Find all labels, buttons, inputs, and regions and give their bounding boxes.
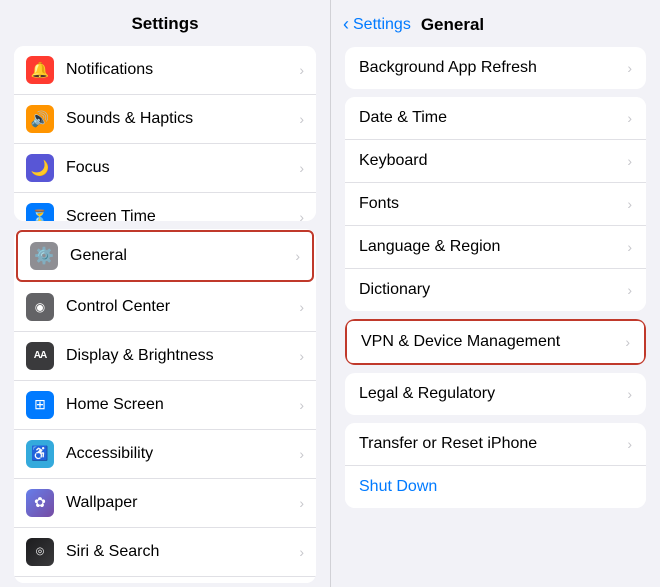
shutdown-label: Shut Down	[359, 478, 632, 496]
legal-label: Legal & Regulatory	[359, 385, 623, 403]
right-item-keyboard[interactable]: Keyboard ›	[345, 140, 646, 183]
left-panel: Settings 🔔 Notifications › 🔊 Sounds & Ha…	[0, 0, 330, 587]
chevron-icon: ›	[627, 110, 632, 126]
vpn-label: VPN & Device Management	[361, 333, 621, 351]
home-screen-label: Home Screen	[66, 396, 295, 414]
language-label: Language & Region	[359, 238, 623, 256]
home-screen-icon: ⊞	[26, 391, 54, 419]
right-item-fonts[interactable]: Fonts ›	[345, 183, 646, 226]
right-item-date-time[interactable]: Date & Time ›	[345, 97, 646, 140]
notifications-label: Notifications	[66, 61, 295, 79]
screen-time-label: Screen Time	[66, 208, 295, 221]
sidebar-item-accessibility[interactable]: ♿ Accessibility ›	[14, 430, 316, 479]
chevron-icon: ›	[627, 386, 632, 402]
sidebar-item-focus[interactable]: 🌙 Focus ›	[14, 144, 316, 193]
right-item-vpn[interactable]: VPN & Device Management ›	[345, 319, 646, 365]
chevron-icon: ›	[299, 209, 304, 221]
sidebar-item-home-screen[interactable]: ⊞ Home Screen ›	[14, 381, 316, 430]
right-item-shutdown[interactable]: Shut Down	[345, 466, 646, 508]
chevron-icon: ›	[299, 544, 304, 560]
right-item-dictionary[interactable]: Dictionary ›	[345, 269, 646, 311]
dictionary-label: Dictionary	[359, 281, 623, 299]
chevron-icon: ›	[627, 239, 632, 255]
sidebar-item-control-center[interactable]: ◉ Control Center ›	[14, 283, 316, 332]
display-icon: AA	[26, 342, 54, 370]
notifications-icon: 🔔	[26, 56, 54, 84]
chevron-icon: ›	[299, 160, 304, 176]
chevron-icon: ›	[299, 299, 304, 315]
chevron-icon: ›	[627, 436, 632, 452]
right-item-background-refresh[interactable]: Background App Refresh ›	[345, 47, 646, 89]
chevron-icon: ›	[627, 153, 632, 169]
chevron-icon: ›	[299, 446, 304, 462]
right-group-4: Legal & Regulatory ›	[345, 373, 646, 415]
right-group-5: Transfer or Reset iPhone › Shut Down	[345, 423, 646, 508]
sidebar-item-display[interactable]: AA Display & Brightness ›	[14, 332, 316, 381]
back-button[interactable]: Settings	[353, 16, 411, 34]
chevron-icon: ›	[299, 111, 304, 127]
chevron-icon: ›	[625, 334, 630, 350]
right-group-1: Background App Refresh ›	[345, 47, 646, 89]
back-chevron-icon: ‹	[343, 14, 349, 35]
fonts-label: Fonts	[359, 195, 623, 213]
right-panel: ‹ Settings General Background App Refres…	[330, 0, 660, 587]
date-time-label: Date & Time	[359, 109, 623, 127]
chevron-icon: ›	[627, 60, 632, 76]
chevron-icon: ›	[627, 196, 632, 212]
settings-group-1: 🔔 Notifications › 🔊 Sounds & Haptics › 🌙…	[14, 46, 316, 221]
right-header: ‹ Settings General	[331, 0, 660, 43]
sidebar-item-wallpaper[interactable]: ✿ Wallpaper ›	[14, 479, 316, 528]
chevron-icon: ›	[295, 248, 300, 264]
left-header: Settings	[0, 0, 330, 42]
sidebar-item-screen-time[interactable]: ⏳ Screen Time ›	[14, 193, 316, 221]
wallpaper-icon: ✿	[26, 489, 54, 517]
focus-icon: 🌙	[26, 154, 54, 182]
accessibility-icon: ♿	[26, 440, 54, 468]
chevron-icon: ›	[299, 62, 304, 78]
general-icon: ⚙️	[30, 242, 58, 270]
siri-icon: ◎	[26, 538, 54, 566]
control-center-icon: ◉	[26, 293, 54, 321]
chevron-icon: ›	[299, 495, 304, 511]
sidebar-item-sounds[interactable]: 🔊 Sounds & Haptics ›	[14, 95, 316, 144]
right-item-transfer[interactable]: Transfer or Reset iPhone ›	[345, 423, 646, 466]
sidebar-item-siri[interactable]: ◎ Siri & Search ›	[14, 528, 316, 577]
focus-label: Focus	[66, 159, 295, 177]
screen-time-icon: ⏳	[26, 203, 54, 221]
chevron-icon: ›	[627, 282, 632, 298]
display-label: Display & Brightness	[66, 347, 295, 365]
general-label: General	[70, 247, 291, 265]
right-group-2: Date & Time › Keyboard › Fonts › Languag…	[345, 97, 646, 311]
chevron-icon: ›	[299, 348, 304, 364]
control-center-label: Control Center	[66, 298, 295, 316]
right-item-legal[interactable]: Legal & Regulatory ›	[345, 373, 646, 415]
right-group-3: VPN & Device Management ›	[345, 319, 646, 365]
sounds-label: Sounds & Haptics	[66, 110, 295, 128]
background-refresh-label: Background App Refresh	[359, 59, 623, 77]
sidebar-item-notifications[interactable]: 🔔 Notifications ›	[14, 46, 316, 95]
right-item-language[interactable]: Language & Region ›	[345, 226, 646, 269]
sidebar-item-touch-id[interactable]: ☞ Touch ID & Passcode ›	[14, 577, 316, 583]
siri-label: Siri & Search	[66, 543, 295, 561]
sounds-icon: 🔊	[26, 105, 54, 133]
wallpaper-label: Wallpaper	[66, 494, 295, 512]
keyboard-label: Keyboard	[359, 152, 623, 170]
settings-group-2: ⚙️ General › ◉ Control Center › AA Displ…	[14, 229, 316, 583]
accessibility-label: Accessibility	[66, 445, 295, 463]
right-panel-title: General	[421, 15, 484, 35]
chevron-icon: ›	[299, 397, 304, 413]
transfer-label: Transfer or Reset iPhone	[359, 435, 623, 453]
sidebar-item-general[interactable]: ⚙️ General ›	[16, 230, 314, 282]
